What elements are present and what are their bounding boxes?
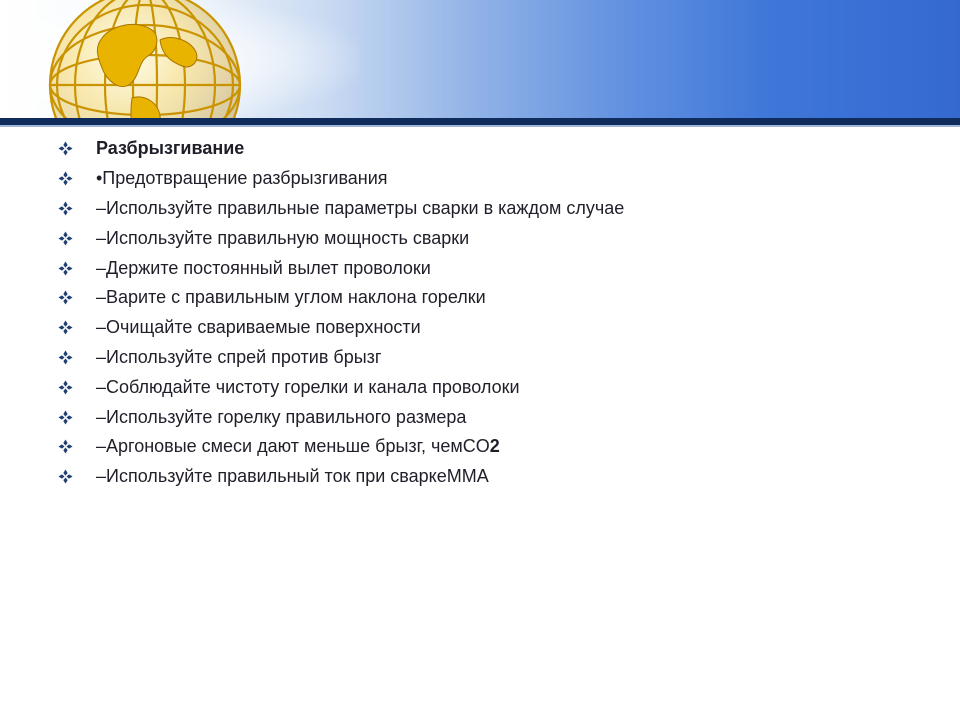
list-item: –Используйте правильные параметры сварки… [58,194,918,224]
list-item: –Используйте правильный ток при сваркеMM… [58,462,918,492]
list-item-text: –Аргоновые смеси дают меньше брызг, чемC… [96,436,500,457]
list-item-text: •Предотвращение разбрызгивания [96,168,388,189]
list-item-text: Разбрызгивание [96,138,245,159]
diamond-bullet-icon [58,201,96,216]
header-rule [0,118,960,125]
list-item: Разбрызгивание [58,134,918,164]
list-item: –Аргоновые смеси дают меньше брызг, чемC… [58,432,918,462]
diamond-bullet-icon [58,320,96,335]
slide: Разбрызгивание •Предотвращение разбрызги… [0,0,960,720]
header-banner [0,0,960,118]
globe-icon [48,0,242,118]
co2-subscript: 2 [489,436,500,457]
list-item-text: –Соблюдайте чистоту горелки и канала про… [96,376,520,397]
diamond-bullet-icon [58,410,96,425]
list-item-text: –Используйте спрей против брызг [96,346,382,367]
list-item: –Держите постоянный вылет проволоки [58,253,918,283]
diamond-bullet-icon [58,350,96,365]
list-item-text: –Используйте правильный ток при сваркеMM… [96,466,489,487]
list-item: –Очищайте свариваемые поверхности [58,313,918,343]
diamond-bullet-icon [58,380,96,395]
diamond-bullet-icon [58,171,96,186]
diamond-bullet-icon [58,439,96,454]
list-item-text: –Варите с правильным углом наклона горел… [96,287,486,308]
diamond-bullet-icon [58,290,96,305]
list-item: –Варите с правильным углом наклона горел… [58,283,918,313]
list-item-text: –Используйте правильные параметры сварки… [96,197,625,218]
bullet-list: Разбрызгивание •Предотвращение разбрызги… [58,134,918,492]
diamond-bullet-icon [58,469,96,484]
list-item: –Используйте правильную мощность сварки [58,223,918,253]
list-item-text: –Держите постоянный вылет проволоки [96,257,431,278]
list-item: –Соблюдайте чистоту горелки и канала про… [58,372,918,402]
diamond-bullet-icon [58,141,96,156]
list-item-text: –Очищайте свариваемые поверхности [96,317,421,338]
list-item-text-main: –Аргоновые смеси дают меньше брызг, чемC… [96,436,490,457]
list-item-text: –Используйте горелку правильного размера [96,406,467,427]
diamond-bullet-icon [58,261,96,276]
header-rule-highlight [0,125,960,127]
list-item: –Используйте горелку правильного размера [58,402,918,432]
list-item: –Используйте спрей против брызг [58,343,918,373]
list-item: •Предотвращение разбрызгивания [58,164,918,194]
list-item-text: –Используйте правильную мощность сварки [96,227,470,248]
diamond-bullet-icon [58,231,96,246]
